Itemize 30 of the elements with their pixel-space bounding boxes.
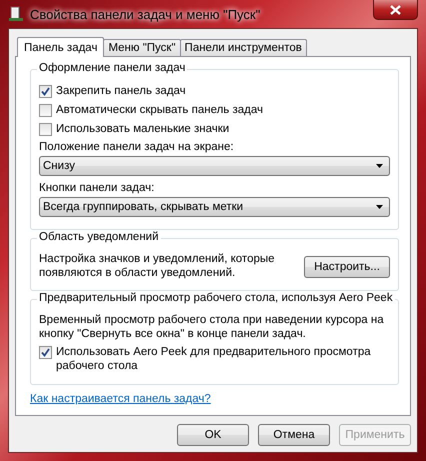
group-title: Оформление панели задач bbox=[37, 62, 188, 74]
dropdown[interactable]: Всегда группировать, скрывать метки bbox=[39, 197, 390, 217]
checkbox-label: Закрепить панель задач bbox=[56, 84, 186, 98]
checkbox[interactable] bbox=[39, 123, 52, 136]
group-title: Область уведомлений bbox=[37, 231, 161, 243]
checkbox-label: Использовать Aero Peek для предварительного просмотра рабочего стола bbox=[56, 345, 372, 373]
customize-button[interactable]: Настроить... bbox=[304, 256, 390, 278]
dropdown[interactable]: Снизу bbox=[39, 156, 390, 176]
close-icon bbox=[390, 4, 401, 14]
tab[interactable]: Панели инструментов bbox=[180, 39, 307, 56]
checkbox-label: Использовать маленькие значки bbox=[56, 122, 230, 136]
cancel-button[interactable]: Отмена bbox=[258, 424, 330, 446]
dropdown-arrow-icon bbox=[376, 205, 383, 209]
description-text: Настройка значков и уведомлений, которые появляются в области уведомлений. bbox=[39, 252, 276, 280]
window-title: Свойства панели задач и меню "Пуск" bbox=[30, 6, 260, 22]
checkbox[interactable] bbox=[39, 346, 52, 359]
dropdown-label: Положение панели задач на экране: bbox=[39, 141, 235, 153]
tab[interactable]: Меню "Пуск" bbox=[103, 39, 181, 56]
window-icon bbox=[8, 6, 24, 22]
dropdown-label: Кнопки панели задач: bbox=[39, 182, 156, 194]
checkbox[interactable] bbox=[39, 104, 52, 117]
ok-button[interactable]: OK bbox=[177, 424, 249, 446]
dropdown-arrow-icon bbox=[376, 164, 383, 168]
checkbox-label: Автоматически скрывать панель задач bbox=[56, 103, 264, 117]
help-link[interactable]: Как настраивается панель задач? bbox=[30, 393, 211, 405]
tab[interactable]: Панель задач bbox=[17, 37, 104, 57]
close-button[interactable] bbox=[373, 0, 418, 20]
description-text: Временный просмотр рабочего стола при наведении курсора на кнопку "Свернуть все окна" в конце панели задач. bbox=[39, 313, 385, 341]
checkbox[interactable] bbox=[39, 85, 52, 98]
group-title: Предварительный просмотр рабочего стола, используя Aero Peek bbox=[37, 292, 395, 304]
